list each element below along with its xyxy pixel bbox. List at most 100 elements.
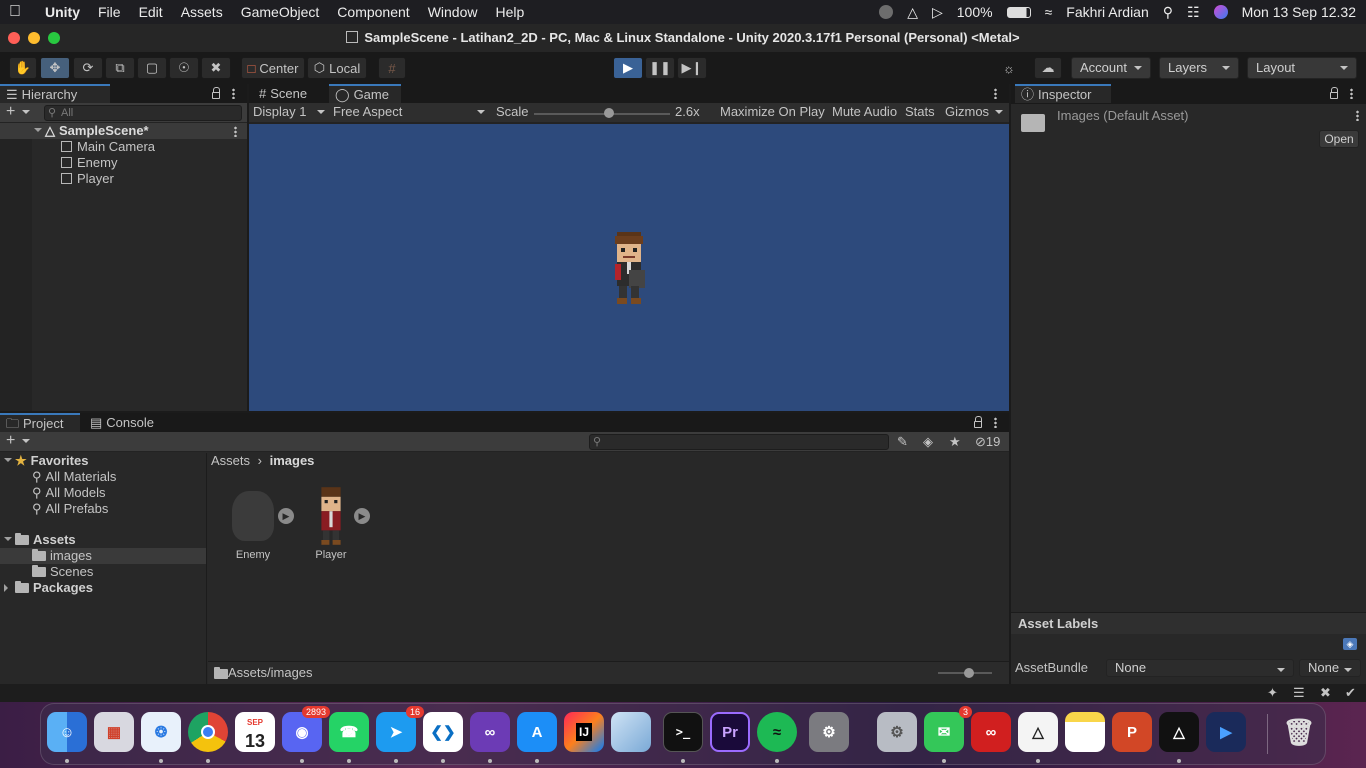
siri-icon[interactable] — [1213, 5, 1228, 19]
chrome-icon[interactable] — [188, 712, 228, 752]
menu-dots-icon[interactable] — [994, 417, 997, 428]
record-status-icon[interactable] — [879, 5, 894, 19]
menu-dots-icon[interactable] — [994, 88, 997, 99]
hierarchy-search-input[interactable]: ⚲ All — [44, 105, 242, 121]
create-plus-icon[interactable]: + — [6, 432, 15, 450]
control-center-icon[interactable]: ☷ — [1187, 4, 1200, 21]
powerpoint-icon[interactable]: P — [1112, 712, 1152, 752]
packages-root[interactable]: Packages — [4, 580, 93, 596]
notes-icon[interactable] — [1065, 712, 1105, 752]
zoom-window-button[interactable] — [48, 32, 60, 44]
maximize-on-play-toggle[interactable]: Maximize On Play — [720, 104, 825, 120]
assetbundle-variant-dropdown[interactable]: None — [1299, 659, 1361, 677]
screen-recorder-icon[interactable]: ▶ — [1206, 712, 1246, 752]
safari-icon[interactable]: ❂ — [141, 712, 181, 752]
breadcrumb-assets[interactable]: Assets — [211, 453, 250, 468]
menu-assets[interactable]: Assets — [172, 4, 232, 20]
folder-images[interactable]: images — [32, 548, 92, 564]
close-window-button[interactable] — [8, 32, 20, 44]
lock-icon[interactable] — [212, 87, 220, 99]
asset-enemy[interactable]: Enemy — [228, 487, 280, 567]
tab-hierarchy[interactable]: ☰ Hierarchy — [0, 84, 110, 103]
pause-button[interactable]: ❚❚ — [645, 57, 675, 79]
icon-size-slider-knob[interactable] — [964, 668, 974, 678]
unity-editor-icon[interactable]: △ — [1159, 712, 1199, 752]
expand-arrow-icon[interactable] — [4, 458, 12, 466]
play-button[interactable]: ▶ — [613, 57, 643, 79]
game-viewport[interactable] — [249, 124, 1009, 411]
grid-snap-button[interactable]: # — [378, 57, 406, 79]
hidden-packages-icon[interactable]: ⊘19 — [975, 434, 1000, 450]
expand-arrow-icon[interactable] — [34, 128, 42, 136]
battery-icon[interactable] — [1006, 6, 1031, 18]
asset-menu-dots-icon[interactable] — [1356, 110, 1359, 121]
expand-arrow-icon[interactable] — [4, 537, 12, 545]
assets-root[interactable]: Assets — [4, 532, 76, 548]
search-by-type-icon[interactable]: ✎ — [897, 434, 908, 450]
fav-all-prefabs[interactable]: ⚲ All Prefabs — [32, 501, 108, 517]
menu-edit[interactable]: Edit — [130, 4, 172, 20]
fav-all-models[interactable]: ⚲ All Models — [32, 485, 106, 501]
finder-icon[interactable]: ☺ — [47, 712, 87, 752]
enemy-play-icon[interactable]: ▶ — [278, 508, 294, 524]
tab-scene[interactable]: # Scene — [253, 84, 313, 103]
breadcrumb-images[interactable]: images — [270, 453, 315, 468]
pivot-center-button[interactable]: □ Center — [241, 57, 305, 79]
debug-mode-icon[interactable]: ✖ — [1320, 685, 1331, 701]
collab-button[interactable]: ☼ — [996, 57, 1022, 79]
twitter-icon[interactable]: ➤ 16 — [376, 706, 424, 752]
create-plus-icon[interactable]: + — [6, 103, 15, 121]
custom-tool-button[interactable]: ✖ — [201, 57, 231, 79]
vscode-icon[interactable]: ❮❯ — [423, 712, 463, 752]
unity-hub-icon[interactable]: △ — [1018, 712, 1058, 752]
system-settings-icon[interactable]: ⚙ — [877, 712, 917, 752]
open-button[interactable]: Open — [1319, 130, 1359, 148]
auto-generate-lighting-icon[interactable]: ✦ — [1267, 685, 1278, 701]
layout-dropdown[interactable]: Layout — [1247, 57, 1357, 79]
trash-icon[interactable]: 🗑 — [1279, 712, 1319, 752]
label-tag-icon[interactable]: ◈ — [1343, 638, 1357, 650]
menu-dots-icon[interactable] — [1350, 88, 1353, 99]
create-dropdown-icon[interactable] — [22, 110, 30, 118]
hierarchy-item-player[interactable]: Player — [61, 171, 114, 187]
whatsapp-icon[interactable]: ☎ — [329, 712, 369, 752]
account-dropdown[interactable]: Account — [1071, 57, 1151, 79]
project-search-input[interactable]: ⚲ — [589, 434, 889, 450]
apple-menu-icon[interactable]:  — [0, 3, 30, 21]
system-preferences-icon[interactable]: ⚙ — [809, 712, 849, 752]
menu-help[interactable]: Help — [486, 4, 533, 20]
favorites-header[interactable]: ★ Favorites — [4, 453, 88, 469]
spotify-icon[interactable]: ≈ — [757, 712, 797, 752]
stats-toggle[interactable]: Stats — [905, 104, 935, 120]
folder-scenes[interactable]: Scenes — [32, 564, 93, 580]
unity-status-icon[interactable]: △ — [907, 4, 918, 21]
launchpad-icon[interactable]: ▦ — [94, 712, 134, 752]
terminal-icon[interactable]: >_ — [663, 712, 703, 752]
menu-dots-icon[interactable] — [232, 88, 235, 99]
lock-icon[interactable] — [1330, 87, 1338, 99]
spotlight-search-icon[interactable]: ⚲ — [1163, 4, 1173, 21]
menu-window[interactable]: Window — [419, 4, 487, 20]
favorite-star-icon[interactable]: ★ — [949, 434, 961, 450]
intellij-icon[interactable]: IJ — [564, 712, 604, 752]
menu-app-unity[interactable]: Unity — [36, 4, 89, 20]
clock[interactable]: Mon 13 Sep 12.32 — [1242, 4, 1356, 20]
cube-app-icon[interactable] — [611, 712, 651, 752]
player-play-icon[interactable]: ▶ — [354, 508, 370, 524]
tab-console[interactable]: ▤ Console — [84, 413, 160, 432]
cache-server-icon[interactable]: ☰ — [1293, 685, 1305, 701]
hierarchy-scene[interactable]: △ SampleScene* — [34, 123, 149, 139]
asset-player[interactable]: Player — [306, 487, 358, 567]
rect-tool-button[interactable]: ▢ — [137, 57, 167, 79]
premiere-icon[interactable]: Pr — [710, 712, 750, 752]
search-by-label-icon[interactable]: ◈ — [923, 434, 933, 450]
hierarchy-item-enemy[interactable]: Enemy — [61, 155, 117, 171]
scale-slider-knob[interactable] — [603, 108, 614, 118]
discord-icon[interactable]: ◉ 2893 — [282, 706, 330, 752]
app-store-icon[interactable]: A — [517, 712, 557, 752]
tab-inspector[interactable]: ⓘ Inspector — [1015, 84, 1111, 103]
play-status-icon[interactable]: ▷ — [932, 4, 943, 21]
pivot-local-button[interactable]: ⬡ Local — [307, 57, 367, 79]
scene-menu-dots-icon[interactable] — [234, 126, 237, 137]
calendar-icon[interactable]: SEP 13 — [235, 712, 275, 752]
